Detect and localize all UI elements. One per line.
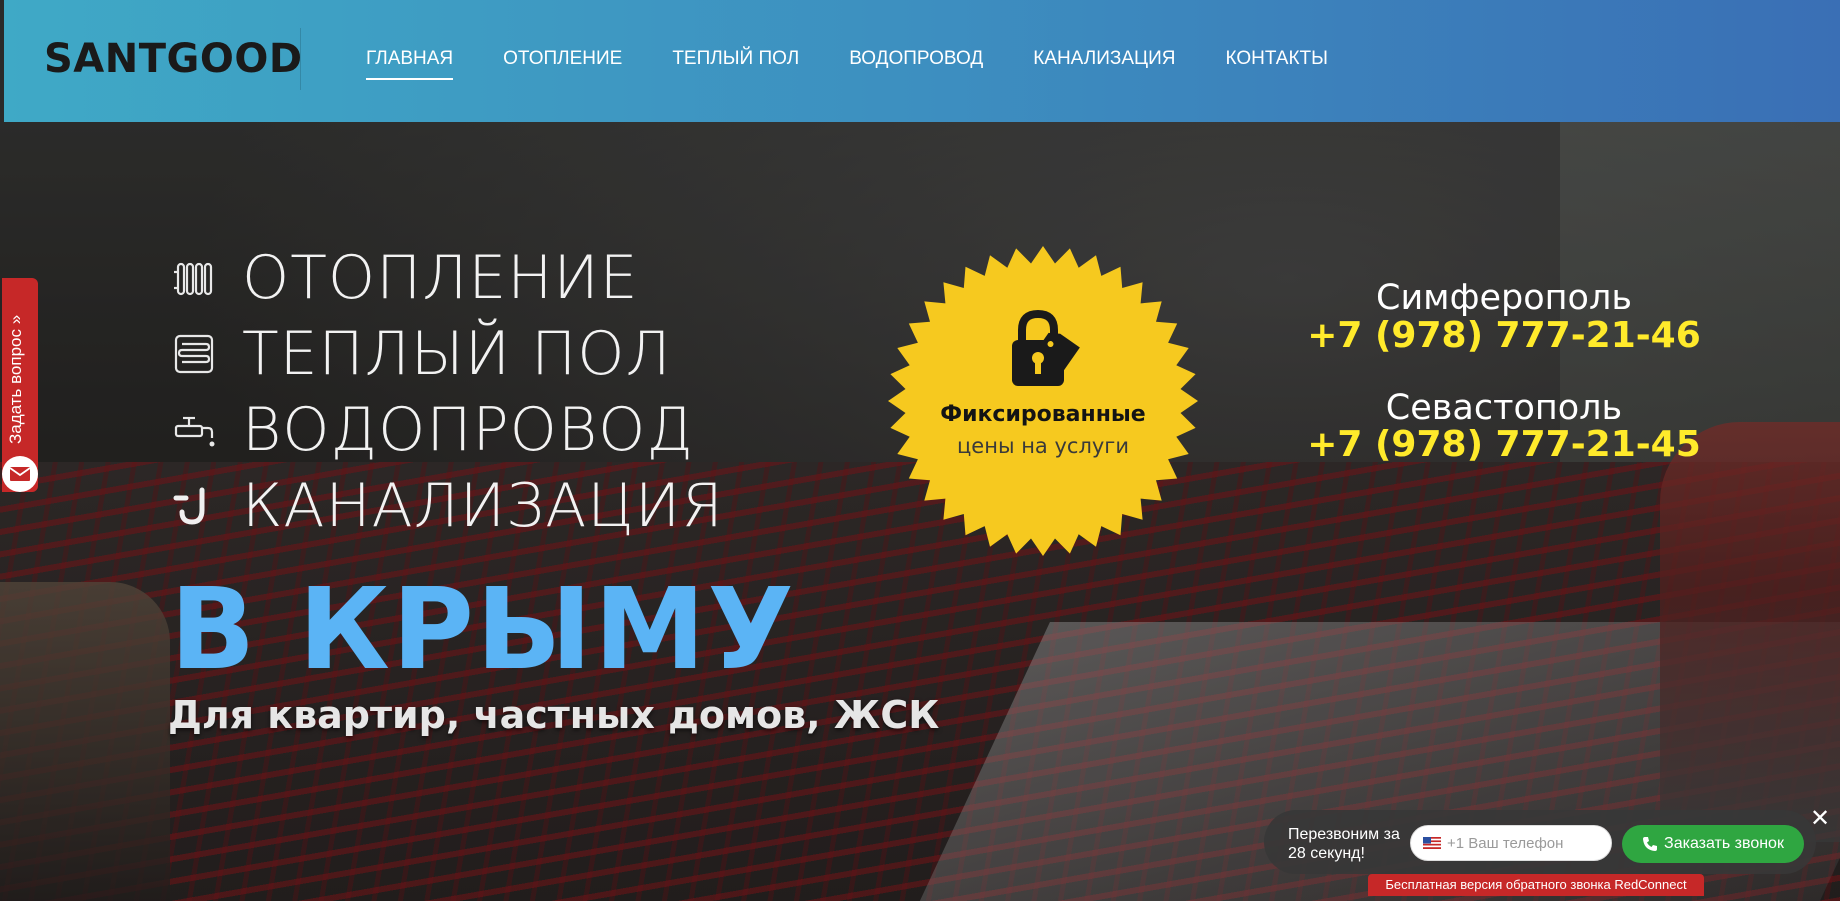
- service-list: ОТОПЛЕНИЕ ТЕПЛЫЙ ПОЛ ВОДОПРОВОД КАНАЛИЗА…: [170, 240, 724, 544]
- ask-question-label: Задать вопрос »: [6, 314, 25, 444]
- nav-item-home[interactable]: ГЛАВНАЯ: [366, 48, 454, 80]
- contact-city-sevastopol: Севастополь: [1385, 388, 1623, 428]
- hero-headline: В КРЫМУ: [170, 565, 796, 695]
- contact-city-simferopol: Симферополь: [1376, 278, 1632, 318]
- contact-phone-sevastopol[interactable]: +7 (978) 777-21-45: [1304, 424, 1704, 465]
- nav-item-contacts[interactable]: КОНТАКТЫ: [1225, 48, 1328, 80]
- nav-item-heating[interactable]: ОТОПЛЕНИЕ: [503, 48, 622, 80]
- nav-item-floor-heating[interactable]: ТЕПЛЫЙ ПОЛ: [672, 48, 799, 80]
- service-item-sewerage: КАНАЛИЗАЦИЯ: [170, 468, 724, 544]
- nav-item-water-supply[interactable]: ВОДОПРОВОД: [849, 48, 983, 80]
- nav-item-sewerage[interactable]: КАНАЛИЗАЦИЯ: [1033, 48, 1175, 80]
- redconnect-credit-link[interactable]: Бесплатная версия обратного звонка RedCo…: [1368, 874, 1704, 896]
- phone-icon: [1642, 836, 1658, 852]
- phone-input[interactable]: [1447, 834, 1597, 852]
- service-label: ВОДОПРОВОД: [242, 395, 694, 465]
- hero-subtitle: Для квартир, частных домов, ЖСК: [168, 693, 940, 737]
- service-item-water-supply: ВОДОПРОВОД: [170, 392, 724, 468]
- badge-caption: цены на услуги: [957, 434, 1129, 458]
- fixed-price-badge: Фиксированные цены на услуги: [886, 244, 1200, 558]
- radiator-icon: [170, 254, 218, 302]
- badge-title: Фиксированные: [940, 402, 1146, 427]
- site-header: SANTGOOD ГЛАВНАЯ ОТОПЛЕНИЕ ТЕПЛЫЙ ПОЛ ВО…: [0, 0, 1840, 122]
- callback-promo-text: Перезвоним за 28 секунд!: [1288, 826, 1400, 862]
- site-logo[interactable]: SANTGOOD: [44, 36, 303, 82]
- phone-field-wrapper[interactable]: [1410, 825, 1612, 861]
- badge-starburst: [888, 246, 1198, 556]
- close-icon[interactable]: ✕: [1808, 806, 1832, 830]
- service-label: КАНАЛИЗАЦИЯ: [242, 471, 724, 541]
- service-label: ТЕПЛЫЙ ПОЛ: [242, 319, 672, 389]
- faucet-icon: [170, 406, 218, 454]
- header-divider: [300, 28, 301, 90]
- main-nav: ГЛАВНАЯ ОТОПЛЕНИЕ ТЕПЛЫЙ ПОЛ ВОДОПРОВОД …: [366, 48, 1378, 80]
- service-item-heating: ОТОПЛЕНИЕ: [170, 240, 724, 316]
- order-call-label: Заказать звонок: [1664, 835, 1784, 852]
- hero-section: ОТОПЛЕНИЕ ТЕПЛЫЙ ПОЛ ВОДОПРОВОД КАНАЛИЗА…: [0, 122, 1840, 901]
- drain-pipe-icon: [170, 482, 218, 530]
- floor-heating-icon: [170, 330, 218, 378]
- mail-icon[interactable]: [2, 456, 38, 492]
- service-item-floor-heating: ТЕПЛЫЙ ПОЛ: [170, 316, 724, 392]
- callback-widget: Перезвоним за 28 секунд! Заказать звонок: [1264, 810, 1816, 874]
- us-flag-icon[interactable]: [1423, 834, 1441, 853]
- service-label: ОТОПЛЕНИЕ: [242, 243, 639, 313]
- contact-phone-simferopol[interactable]: +7 (978) 777-21-46: [1304, 315, 1704, 356]
- order-call-button[interactable]: Заказать звонок: [1622, 825, 1804, 863]
